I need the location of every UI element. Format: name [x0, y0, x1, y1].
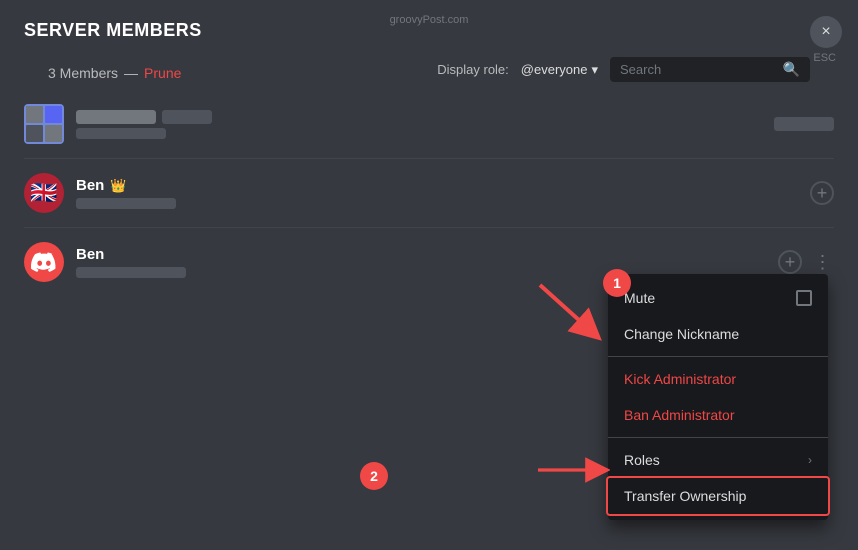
- avatar: [24, 104, 64, 144]
- filter-bar: Display role: @everyone ▾ 🔍: [437, 57, 810, 82]
- role-select[interactable]: @everyone ▾: [521, 62, 598, 78]
- context-item-mute[interactable]: Mute: [608, 280, 828, 316]
- add-role-button[interactable]: +: [778, 250, 802, 274]
- annotation-badge-1: 1: [603, 269, 631, 297]
- member-extra: +: [810, 181, 834, 205]
- context-divider: [608, 356, 828, 357]
- chevron-right-icon: ›: [808, 453, 812, 467]
- member-name: Ben: [76, 246, 104, 263]
- role-tag-inline: [162, 110, 212, 124]
- search-input[interactable]: [620, 62, 775, 77]
- divider: [24, 158, 834, 159]
- annotation-badge-2: 2: [360, 462, 388, 490]
- change-nickname-label: Change Nickname: [624, 326, 739, 342]
- member-name-row: Ben: [76, 246, 766, 263]
- avatar: 🇬🇧: [24, 173, 64, 213]
- prune-link[interactable]: Prune: [144, 65, 181, 81]
- member-name-row: [76, 110, 762, 124]
- role-value: @everyone: [521, 62, 588, 77]
- member-tag: [76, 198, 176, 209]
- subtitle-separator: —: [124, 65, 138, 81]
- context-item-ban-admin[interactable]: Ban Administrator: [608, 397, 828, 433]
- divider: [24, 227, 834, 228]
- transfer-ownership-label: Transfer Ownership: [624, 488, 746, 504]
- member-count: 3 Members: [48, 65, 118, 81]
- role-tag: [774, 117, 834, 131]
- server-members-modal: groovyPost.com × ESC SERVER MEMBERS 3 Me…: [0, 0, 858, 550]
- context-item-roles[interactable]: Roles ›: [608, 442, 828, 478]
- more-options-button[interactable]: ⋮: [810, 250, 834, 274]
- close-icon: ×: [821, 23, 830, 41]
- search-box: 🔍: [610, 57, 810, 82]
- context-divider: [608, 437, 828, 438]
- close-button[interactable]: ×: [810, 16, 842, 48]
- member-extra: + ⋮: [778, 250, 834, 274]
- context-item-change-nickname[interactable]: Change Nickname: [608, 316, 828, 352]
- member-tag: [76, 267, 186, 278]
- table-row: 🇬🇧 Ben 👑 +: [8, 163, 850, 223]
- context-item-transfer-ownership[interactable]: Transfer Ownership: [608, 478, 828, 514]
- member-extra: [774, 117, 834, 131]
- avatar: [24, 242, 64, 282]
- watermark: groovyPost.com: [390, 14, 469, 26]
- member-tag: [76, 128, 166, 139]
- display-role-label: Display role:: [437, 62, 509, 77]
- table-row: [8, 94, 850, 154]
- roles-label: Roles: [624, 452, 660, 468]
- member-name: [76, 110, 156, 124]
- chevron-down-icon: ▾: [591, 62, 598, 78]
- context-item-kick-admin[interactable]: Kick Administrator: [608, 361, 828, 397]
- esc-label: ESC: [813, 52, 836, 64]
- mute-checkbox[interactable]: [796, 290, 812, 306]
- search-icon: 🔍: [783, 61, 800, 78]
- mute-label: Mute: [624, 290, 655, 306]
- member-name-row: Ben 👑: [76, 177, 798, 194]
- member-info: [76, 110, 762, 139]
- crown-icon: 👑: [110, 178, 126, 194]
- member-name: Ben: [76, 177, 104, 194]
- add-role-button[interactable]: +: [810, 181, 834, 205]
- kick-admin-label: Kick Administrator: [624, 371, 736, 387]
- member-info: Ben 👑: [76, 177, 798, 209]
- modal-subtitle: 3 Members — Prune: [48, 65, 181, 81]
- ban-admin-label: Ban Administrator: [624, 407, 735, 423]
- context-menu: Mute Change Nickname Kick Administrator …: [608, 274, 828, 520]
- header-row: 3 Members — Prune Display role: @everyon…: [24, 41, 834, 94]
